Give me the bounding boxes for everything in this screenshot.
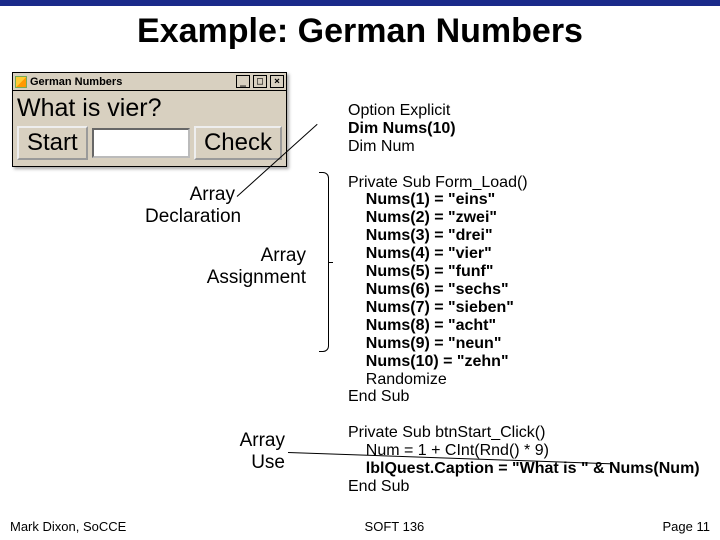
code-line: Nums(5) = "funf" (348, 263, 493, 280)
code-line: Nums(1) = "eins" (348, 191, 495, 208)
anno-array-assignment: Array Assignment (196, 245, 306, 289)
window-caption: German Numbers (30, 76, 122, 88)
code-line: Nums(7) = "sieben" (348, 299, 514, 316)
code-listing: Option Explicit Dim Nums(10) Dim Num Pri… (348, 84, 700, 496)
code-line: Dim Num (348, 138, 415, 155)
code-line: Private Sub Form_Load() (348, 174, 528, 191)
minimize-button[interactable]: _ (236, 75, 250, 88)
check-button[interactable]: Check (194, 126, 282, 160)
code-line: Nums(9) = "neun" (348, 335, 501, 352)
question-label: What is vier? (17, 94, 282, 123)
anno-array-use: Array Use (225, 430, 285, 474)
slide-title: Example: German Numbers (0, 6, 720, 61)
code-line: Nums(3) = "drei" (348, 227, 493, 244)
anno-array-declaration: Array Declaration (145, 184, 235, 228)
code-line: Randomize (348, 371, 447, 388)
close-button[interactable]: × (270, 75, 284, 88)
code-line: Nums(4) = "vier" (348, 245, 492, 262)
footer-course: SOFT 136 (365, 519, 425, 534)
code-line: Option Explicit (348, 102, 450, 119)
answer-input[interactable] (92, 128, 190, 158)
start-button[interactable]: Start (17, 126, 88, 160)
code-line: Nums(2) = "zwei" (348, 209, 497, 226)
code-line: End Sub (348, 478, 409, 495)
code-line: Private Sub btnStart_Click() (348, 424, 545, 441)
code-line: Nums(10) = "zehn" (348, 353, 509, 370)
code-line: Nums(8) = "acht" (348, 317, 496, 334)
brace-assignment (319, 172, 329, 352)
code-line: Num = 1 + CInt(Rnd() * 9) (348, 442, 549, 459)
maximize-button[interactable]: □ (253, 75, 267, 88)
app-icon (15, 76, 27, 88)
app-window: German Numbers _ □ × What is vier? Start… (12, 72, 287, 167)
footer-page: Page 11 (663, 519, 710, 534)
slide-footer: Mark Dixon, SoCCE SOFT 136 Page 11 (0, 519, 720, 534)
footer-author: Mark Dixon, SoCCE (10, 519, 126, 534)
window-body: What is vier? Start Check (12, 91, 287, 167)
code-line: Dim Nums(10) (348, 120, 456, 137)
code-line: lblQuest.Caption = "What is " & Nums(Num… (348, 460, 700, 477)
code-line: Nums(6) = "sechs" (348, 281, 509, 298)
window-titlebar: German Numbers _ □ × (12, 72, 287, 91)
code-line: End Sub (348, 388, 409, 405)
